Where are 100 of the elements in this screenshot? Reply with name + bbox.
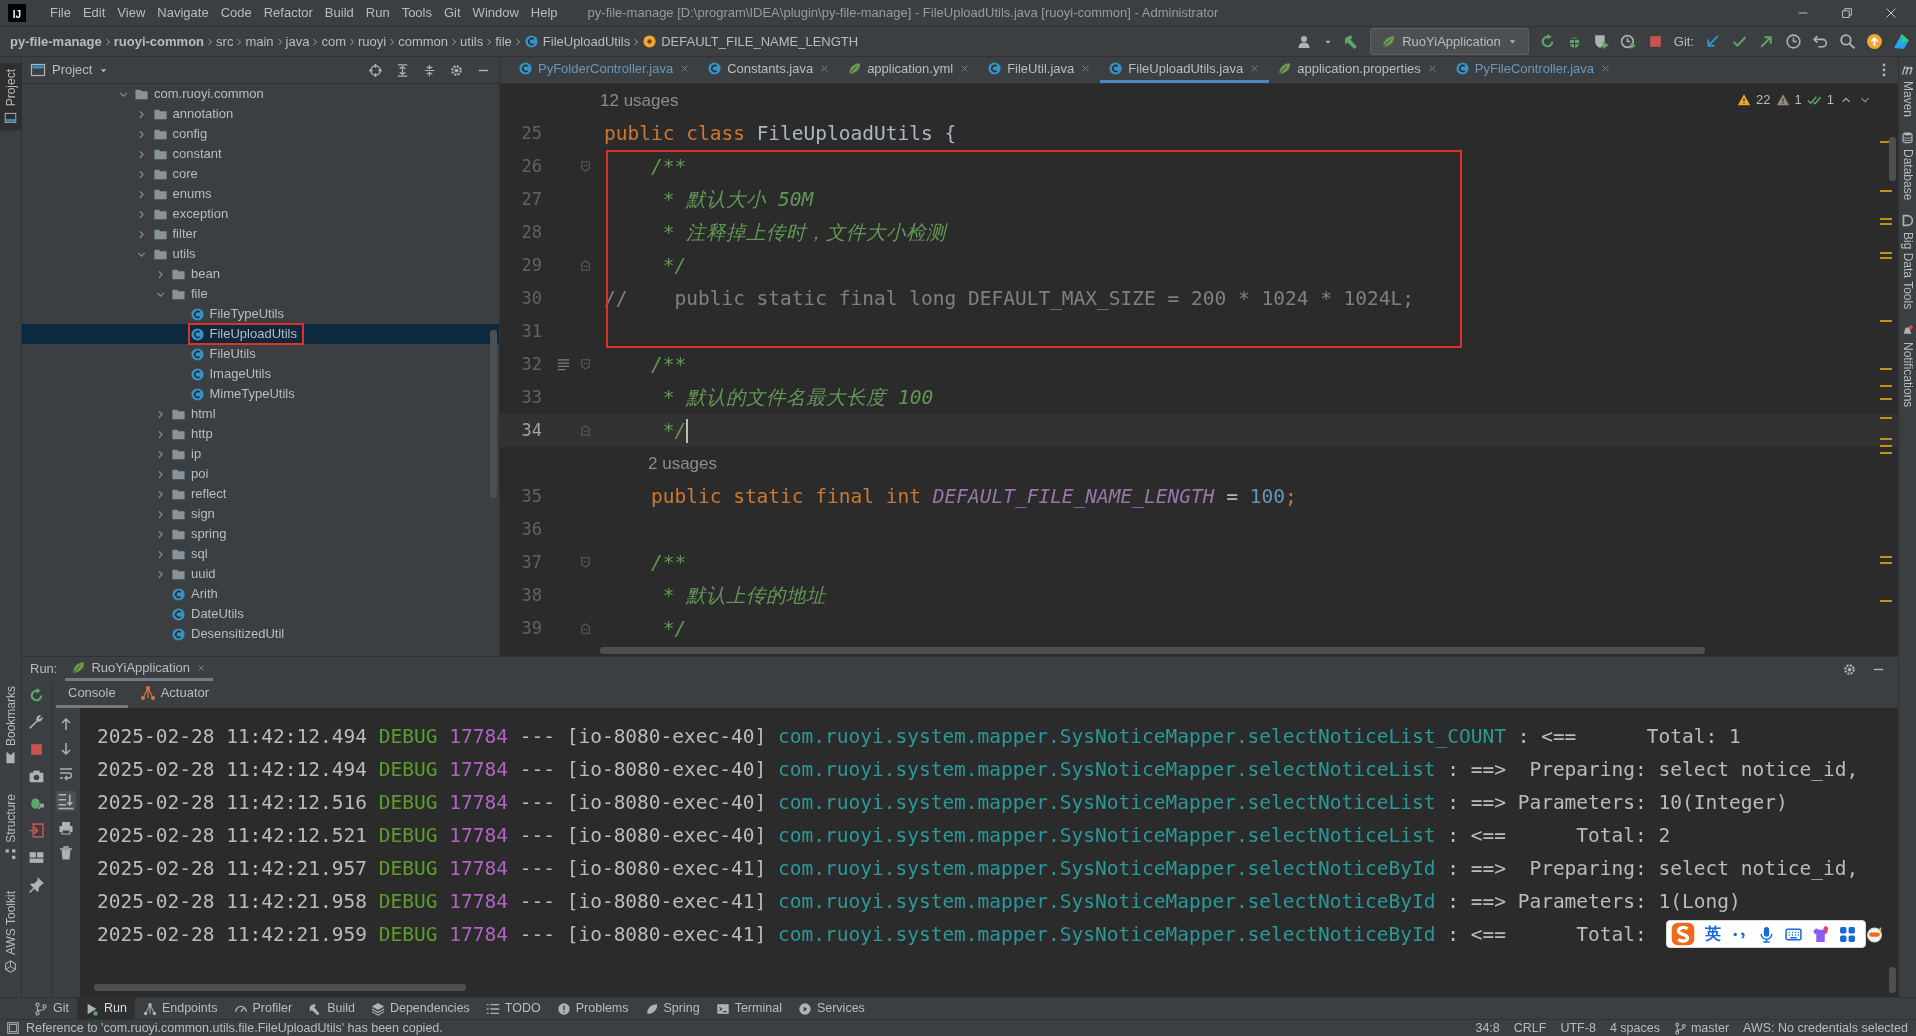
status-item[interactable]: AWS: No credentials selected: [1743, 1018, 1908, 1036]
input-mode-toggle[interactable]: 英: [1705, 922, 1721, 946]
pin-icon[interactable]: [28, 876, 45, 893]
editor-tab[interactable]: application.properties: [1269, 57, 1447, 83]
tree-item[interactable]: FileTypeUtils: [22, 304, 499, 324]
undo-icon[interactable]: [1812, 33, 1829, 50]
wrap-icon[interactable]: [58, 766, 74, 782]
menu-item[interactable]: Run: [359, 3, 396, 23]
bug-icon[interactable]: [28, 795, 45, 812]
status-item[interactable]: master: [1673, 1018, 1730, 1036]
tool-window-button[interactable]: Services: [789, 997, 873, 1020]
expand-all-icon[interactable]: [395, 62, 410, 78]
menu-item[interactable]: Navigate: [151, 3, 215, 23]
tool-window-button[interactable]: Spring: [636, 997, 708, 1020]
tool-window-button[interactable]: AWS Toolkit: [0, 884, 22, 979]
tool-window-button[interactable]: Project: [0, 63, 22, 131]
tree-item[interactable]: http: [22, 424, 499, 444]
tree-item[interactable]: config: [22, 124, 499, 144]
tool-window-button[interactable]: Maven: [1898, 63, 1916, 118]
tree-item[interactable]: bean: [22, 264, 499, 284]
tree-item[interactable]: ip: [22, 444, 499, 464]
menu-item[interactable]: Edit: [76, 3, 112, 23]
tool-window-button[interactable]: Build: [300, 997, 363, 1020]
editor-tab[interactable]: PyFolderController.java: [510, 57, 700, 83]
weak-warning-count[interactable]: 1: [1794, 90, 1802, 110]
tool-window-button[interactable]: Profiler: [225, 997, 301, 1020]
tree-item[interactable]: uuid: [22, 564, 499, 584]
breadcrumb[interactable]: DEFAULT_FILE_NAME_LENGTH: [642, 31, 859, 52]
tool-window-button[interactable]: Terminal: [707, 997, 790, 1020]
settings-icon[interactable]: [449, 62, 464, 78]
tree-item[interactable]: exception: [22, 204, 499, 224]
menu-item[interactable]: Code: [214, 3, 258, 23]
settings-icon[interactable]: [1842, 661, 1857, 677]
tree-item[interactable]: poi: [22, 464, 499, 484]
locate-icon[interactable]: [368, 62, 383, 78]
tool-window-button[interactable]: Bookmarks: [0, 680, 22, 771]
mascot-icon[interactable]: [1866, 925, 1883, 943]
tree-item[interactable]: constant: [22, 144, 499, 164]
profiler-icon[interactable]: [1619, 33, 1637, 50]
scrollbar-thumb[interactable]: [1889, 967, 1896, 993]
tool-window-button[interactable]: Run: [77, 997, 135, 1020]
tool-window-button[interactable]: Database: [1898, 131, 1916, 201]
clock-icon[interactable]: [1785, 33, 1802, 50]
close-icon[interactable]: [1884, 6, 1898, 20]
breadcrumb[interactable]: FileUploadUtils: [523, 31, 631, 52]
tree-item[interactable]: core: [22, 164, 499, 184]
tool-window-button[interactable]: Big Data Tools: [1898, 214, 1916, 310]
menu-item[interactable]: Refactor: [257, 3, 319, 23]
tree-item[interactable]: com.ruoyi.common: [22, 84, 499, 104]
arrow-up-right-icon[interactable]: [1758, 33, 1775, 50]
camera-icon[interactable]: [28, 768, 45, 785]
menu-item[interactable]: Build: [318, 3, 360, 23]
exit-icon[interactable]: [28, 822, 45, 839]
tree-item[interactable]: enums: [22, 184, 499, 204]
stop-icon[interactable]: [28, 741, 45, 758]
panel-title[interactable]: Project: [52, 60, 93, 80]
usages-hint[interactable]: 2 usages: [600, 450, 717, 477]
editor-tab[interactable]: application.yml: [839, 57, 980, 83]
run-tab[interactable]: RuoYiApplication: [65, 657, 213, 681]
run-configuration-dropdown[interactable]: RuoYiApplication: [1370, 27, 1529, 56]
tree-item[interactable]: annotation: [22, 104, 499, 124]
tool-window-button[interactable]: TODO: [477, 997, 549, 1020]
tree-item[interactable]: FileUploadUtils: [22, 324, 499, 344]
tree-item[interactable]: utils: [22, 244, 499, 264]
tree-item[interactable]: MimeTypeUtils: [22, 384, 499, 404]
status-item[interactable]: UTF-8: [1560, 1018, 1596, 1036]
tree-item[interactable]: filter: [22, 224, 499, 244]
tool-window-button[interactable]: Notifications: [1898, 323, 1916, 407]
editor-tab[interactable]: FileUtil.java: [979, 57, 1101, 83]
scrollbar-thumb[interactable]: [1889, 137, 1896, 181]
rerun-icon[interactable]: [28, 687, 45, 704]
console-tab[interactable]: Actuator: [127, 681, 222, 708]
doc-render-icon[interactable]: [555, 357, 571, 372]
breadcrumb[interactable]: java: [285, 31, 310, 52]
breadcrumb[interactable]: com: [321, 31, 346, 52]
status-item[interactable]: CRLF: [1513, 1018, 1547, 1036]
tree-item[interactable]: Arith: [22, 584, 499, 604]
menu-item[interactable]: Help: [524, 3, 564, 23]
breadcrumb[interactable]: main: [245, 31, 274, 52]
app-logo-icon[interactable]: [1893, 33, 1910, 50]
tree-item[interactable]: ImageUtils: [22, 364, 499, 384]
trash-icon[interactable]: [58, 845, 74, 861]
tree-item[interactable]: spring: [22, 524, 499, 544]
grid-icon[interactable]: [1839, 925, 1856, 943]
editor-tab[interactable]: Constants.java: [699, 57, 840, 83]
coverage-icon[interactable]: [1592, 33, 1610, 50]
usages-hint[interactable]: 12 usages: [600, 87, 679, 114]
search-icon[interactable]: [1839, 33, 1856, 50]
arrow-down-left-icon[interactable]: [1704, 33, 1721, 50]
tree-item[interactable]: sql: [22, 544, 499, 564]
breadcrumb[interactable]: file: [495, 31, 512, 52]
menu-item[interactable]: View: [111, 3, 152, 23]
tool-window-button[interactable]: Dependencies: [362, 997, 478, 1020]
input-method-logo-icon[interactable]: [1671, 922, 1695, 946]
tree-item[interactable]: DateUtils: [22, 604, 499, 624]
tree-item[interactable]: DesensitizedUtil: [22, 624, 499, 644]
collapse-all-icon[interactable]: [422, 62, 437, 78]
tree-item[interactable]: file: [22, 284, 499, 304]
breadcrumb[interactable]: common: [398, 31, 449, 52]
breadcrumb[interactable]: ruoyi-common: [113, 31, 205, 52]
